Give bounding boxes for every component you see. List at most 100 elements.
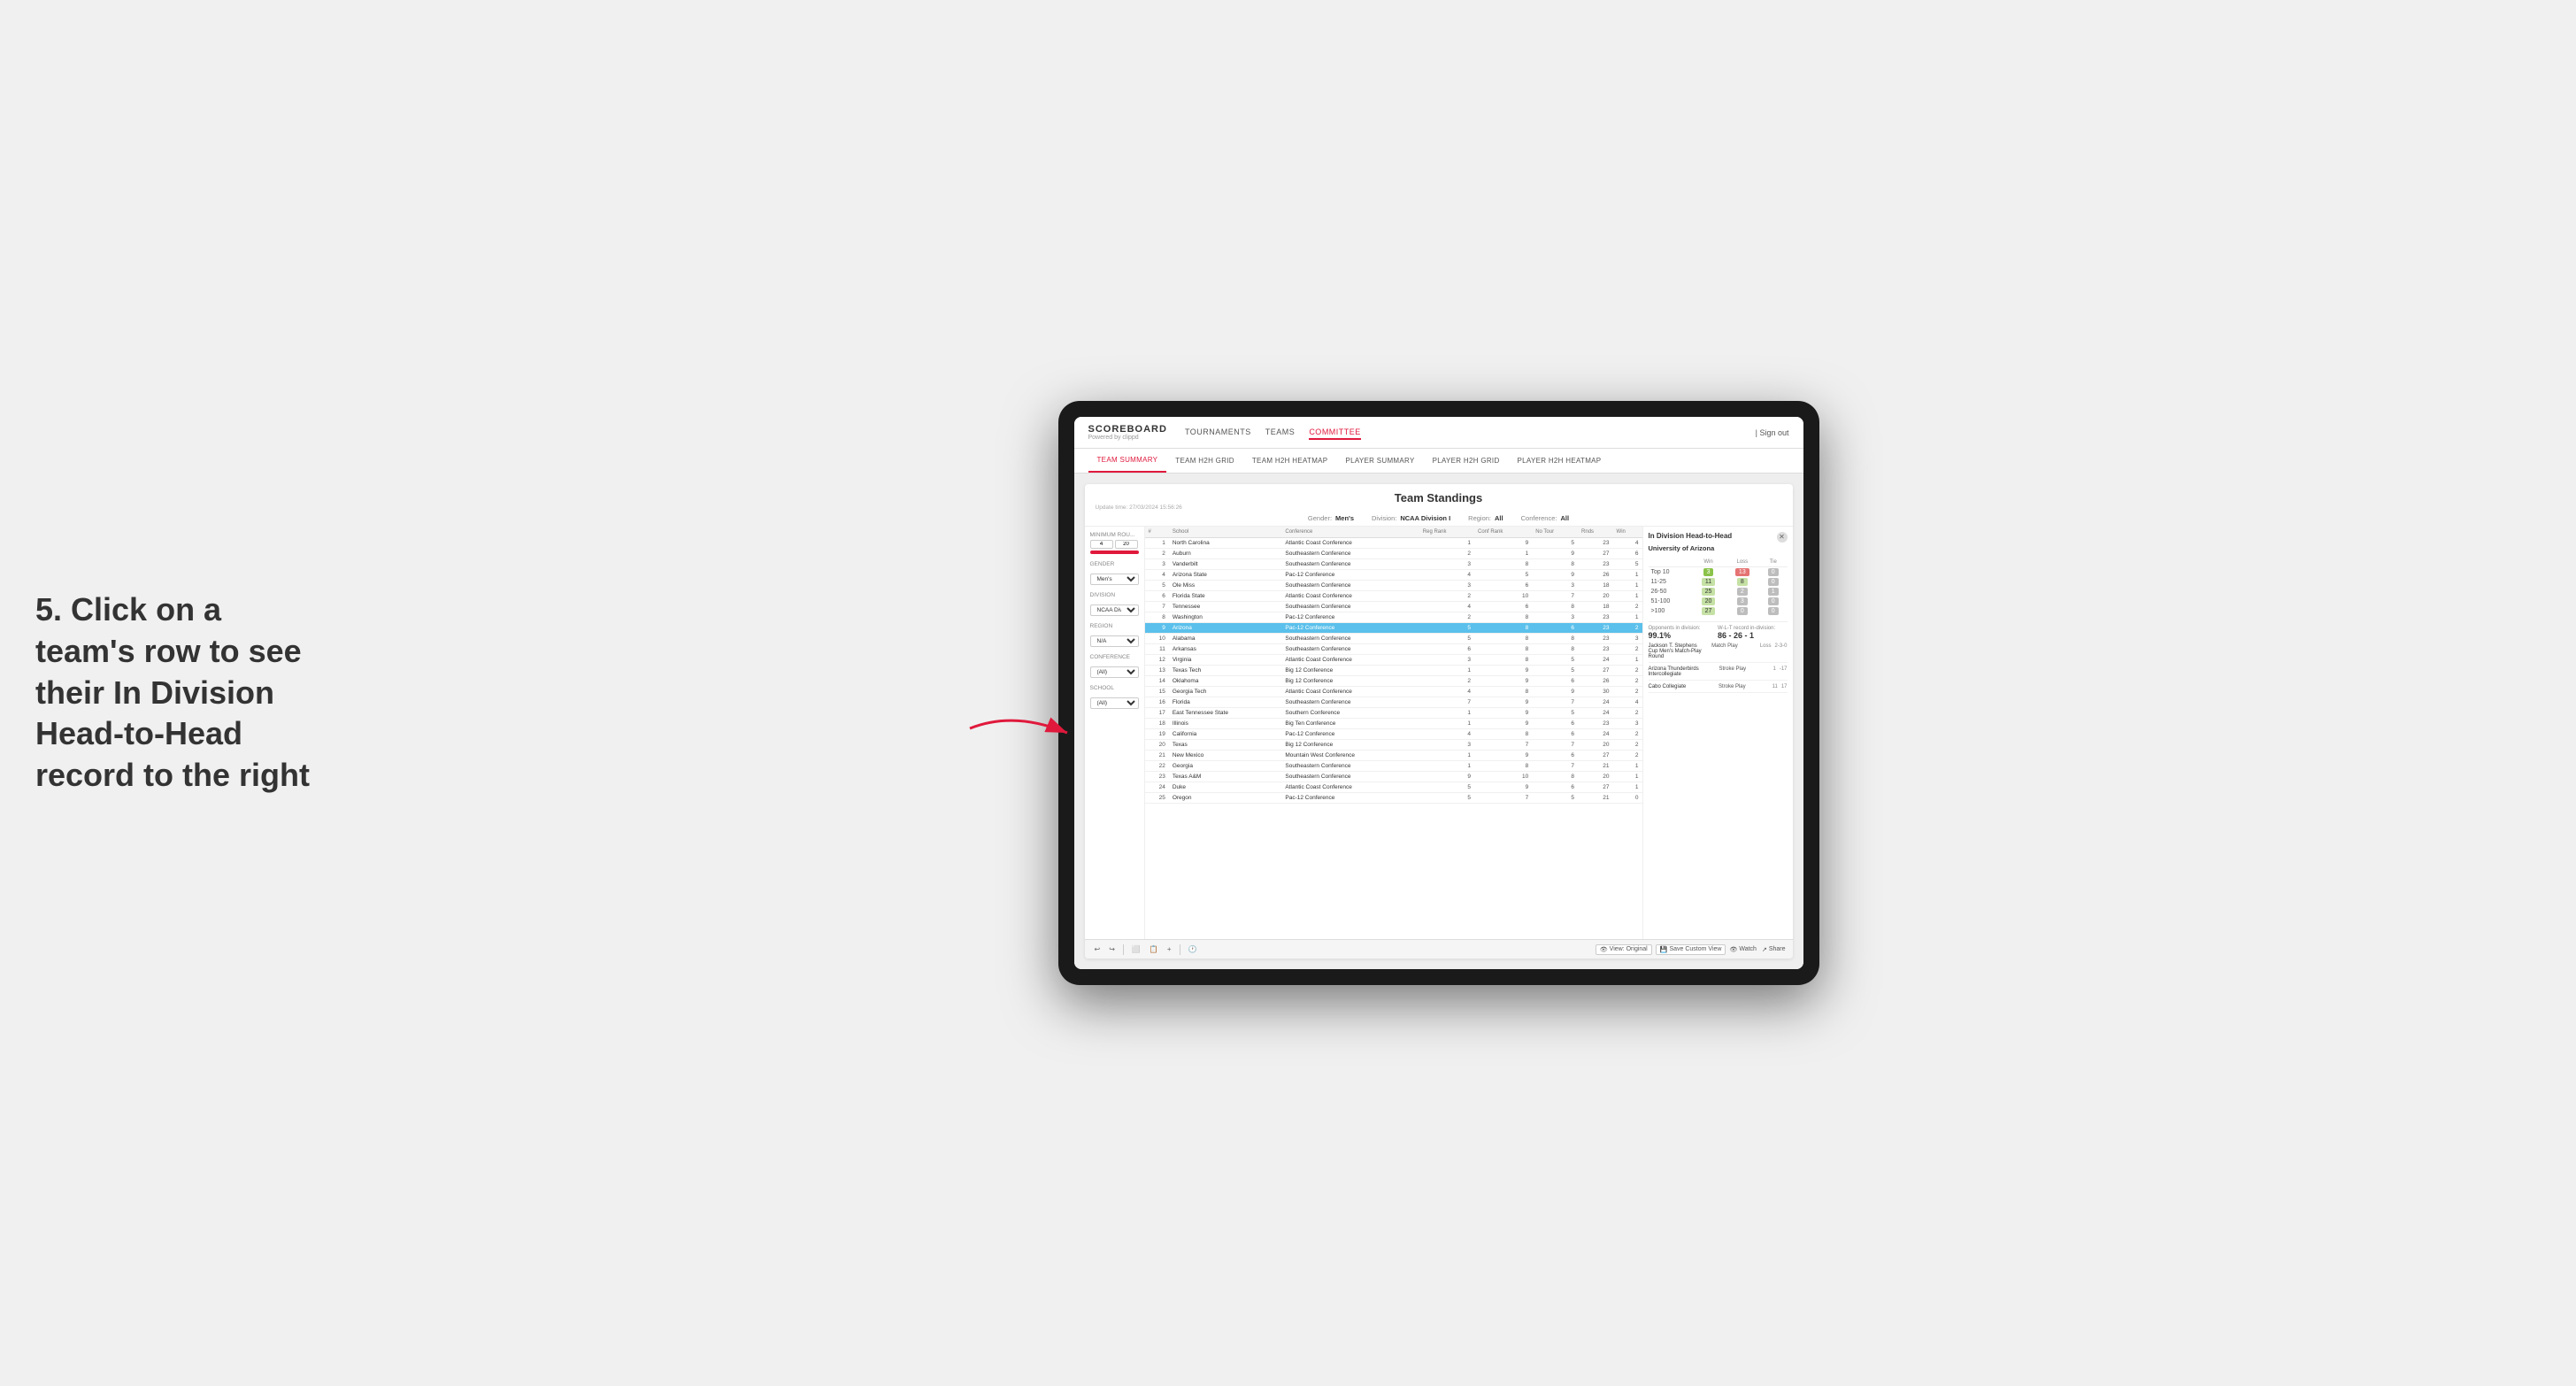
gender-select[interactable]: Men's [1090,574,1139,585]
school-filter-label: School [1090,685,1139,691]
table-row[interactable]: 9 Arizona Pac-12 Conference 5 8 6 23 2 [1145,623,1642,634]
table-row[interactable]: 24 Duke Atlantic Coast Conference 5 9 6 … [1145,782,1642,793]
share-button[interactable]: ↗ Share [1762,946,1786,953]
watch-button[interactable]: 👁 Watch [1729,946,1756,953]
reg-rank-cell: 3 [1419,655,1474,666]
rank-cell: 15 [1145,687,1169,697]
h2h-range-label: Top 10 [1649,567,1692,578]
region-select[interactable]: N/A [1090,635,1139,647]
conference-select[interactable]: (All) [1090,666,1139,678]
save-custom-label: Save Custom View [1669,946,1721,952]
gender-value: Men's [1335,514,1354,522]
nav-bar: SCOREBOARD Powered by clippd TOURNAMENTS… [1074,417,1803,449]
h2h-loss-cell: 8 [1726,577,1759,587]
main-content: Team Standings Update time: 27/03/2024 1… [1074,474,1803,969]
table-row[interactable]: 16 Florida Southeastern Conference 7 9 7… [1145,697,1642,708]
table-row[interactable]: 7 Tennessee Southeastern Conference 4 6 … [1145,602,1642,612]
school-cell: Washington [1169,612,1282,623]
min-rounds-max-input[interactable] [1115,540,1138,549]
redo-button[interactable]: ↪ [1106,944,1118,954]
table-row[interactable]: 5 Ole Miss Southeastern Conference 3 6 3… [1145,581,1642,591]
school-cell: California [1169,729,1282,740]
dashboard-card: Team Standings Update time: 27/03/2024 1… [1085,484,1793,959]
table-row[interactable]: 8 Washington Pac-12 Conference 2 8 3 23 … [1145,612,1642,623]
sub-nav-team-summary[interactable]: TEAM SUMMARY [1088,449,1167,473]
school-cell: Oregon [1169,793,1282,804]
win-cell: 2 [1613,666,1642,676]
h2h-close-button[interactable]: ✕ [1777,532,1788,543]
conference-cell: Atlantic Coast Conference [1281,591,1419,602]
sign-out-button[interactable]: | Sign out [1756,428,1789,437]
table-row[interactable]: 14 Oklahoma Big 12 Conference 2 9 6 26 2 [1145,676,1642,687]
win-cell: 2 [1613,740,1642,751]
table-row[interactable]: 4 Arizona State Pac-12 Conference 4 5 9 … [1145,570,1642,581]
school-select[interactable]: (All) [1090,697,1139,709]
save-icon: 💾 [1660,946,1668,953]
table-row[interactable]: 20 Texas Big 12 Conference 3 7 7 20 2 [1145,740,1642,751]
h2h-win-cell: 20 [1691,597,1725,606]
table-row[interactable]: 3 Vanderbilt Southeastern Conference 3 8… [1145,559,1642,570]
view-original-button[interactable]: 👁 View: Original [1596,944,1652,955]
clock-button[interactable]: 🕐 [1186,944,1200,954]
tournament-row-1: Jackson T. Stephens Cup Men's Match-Play… [1649,643,1788,663]
no-tour-cell: 9 [1532,570,1578,581]
view-original-label: View: Original [1610,946,1648,952]
table-row[interactable]: 19 California Pac-12 Conference 4 8 6 24… [1145,729,1642,740]
sub-nav-player-h2h-heatmap[interactable]: PLAYER H2H HEATMAP [1509,449,1611,473]
table-row[interactable]: 13 Texas Tech Big 12 Conference 1 9 5 27… [1145,666,1642,676]
conference-cell: Southeastern Conference [1281,772,1419,782]
table-row[interactable]: 22 Georgia Southeastern Conference 1 8 7… [1145,761,1642,772]
conf-rank-cell: 8 [1474,655,1532,666]
table-row[interactable]: 10 Alabama Southeastern Conference 5 8 8… [1145,634,1642,644]
rank-cell: 25 [1145,793,1169,804]
nav-tournaments[interactable]: TOURNAMENTS [1185,426,1251,440]
reg-rank-cell: 1 [1419,708,1474,719]
conference-cell: Southern Conference [1281,708,1419,719]
rnds-cell: 18 [1578,602,1612,612]
tournament-2-score: -17 [1780,666,1788,672]
nav-teams[interactable]: TEAMS [1265,426,1296,440]
table-row[interactable]: 6 Florida State Atlantic Coast Conferenc… [1145,591,1642,602]
sub-nav-player-summary[interactable]: PLAYER SUMMARY [1336,449,1423,473]
min-rounds-slider[interactable] [1090,551,1139,554]
gender-label: Gender: [1308,514,1332,522]
add-button[interactable]: + [1165,944,1174,954]
save-custom-button[interactable]: 💾 Save Custom View [1656,944,1726,955]
division-select[interactable]: NCAA Division I [1090,604,1139,616]
table-row[interactable]: 21 New Mexico Mountain West Conference 1… [1145,751,1642,761]
tournament-3-event: Stroke Play [1719,684,1769,689]
table-row[interactable]: 25 Oregon Pac-12 Conference 5 7 5 21 0 [1145,793,1642,804]
record-stat: W-L-T record in-division: 86 - 26 - 1 [1718,626,1788,640]
col-no-tour: No Tour [1532,527,1578,538]
table-row[interactable]: 12 Virginia Atlantic Coast Conference 3 … [1145,655,1642,666]
paste-button[interactable]: 📋 [1147,944,1161,954]
table-row[interactable]: 11 Arkansas Southeastern Conference 6 8 … [1145,644,1642,655]
sub-nav-team-h2h-heatmap[interactable]: TEAM H2H HEATMAP [1243,449,1337,473]
nav-committee[interactable]: COMMITTEE [1309,426,1361,440]
conference-cell: Pac-12 Conference [1281,729,1419,740]
school-cell: Ole Miss [1169,581,1282,591]
table-row[interactable]: 18 Illinois Big Ten Conference 1 9 6 23 … [1145,719,1642,729]
conference-cell: Southeastern Conference [1281,634,1419,644]
h2h-tie-cell: 1 [1759,587,1788,597]
conf-rank-cell: 8 [1474,687,1532,697]
sub-nav-team-h2h-grid[interactable]: TEAM H2H GRID [1166,449,1243,473]
table-row[interactable]: 2 Auburn Southeastern Conference 2 1 9 2… [1145,549,1642,559]
sub-nav-player-h2h-grid[interactable]: PLAYER H2H GRID [1424,449,1509,473]
table-row[interactable]: 17 East Tennessee State Southern Confere… [1145,708,1642,719]
copy-button[interactable]: ⬜ [1129,944,1143,954]
rnds-cell: 23 [1578,719,1612,729]
min-rounds-min-input[interactable] [1090,540,1113,549]
table-row[interactable]: 15 Georgia Tech Atlantic Coast Conferenc… [1145,687,1642,697]
rank-cell: 22 [1145,761,1169,772]
win-cell: 5 [1613,559,1642,570]
h2h-col-label [1649,558,1692,567]
table-row[interactable]: 1 North Carolina Atlantic Coast Conferen… [1145,538,1642,549]
no-tour-cell: 7 [1532,761,1578,772]
rank-cell: 2 [1145,549,1169,559]
table-row[interactable]: 23 Texas A&M Southeastern Conference 9 1… [1145,772,1642,782]
undo-button[interactable]: ↩ [1092,944,1103,954]
conference-cell: Southeastern Conference [1281,559,1419,570]
col-win: Win [1613,527,1642,538]
tournament-1-event: Match Play [1711,643,1757,649]
